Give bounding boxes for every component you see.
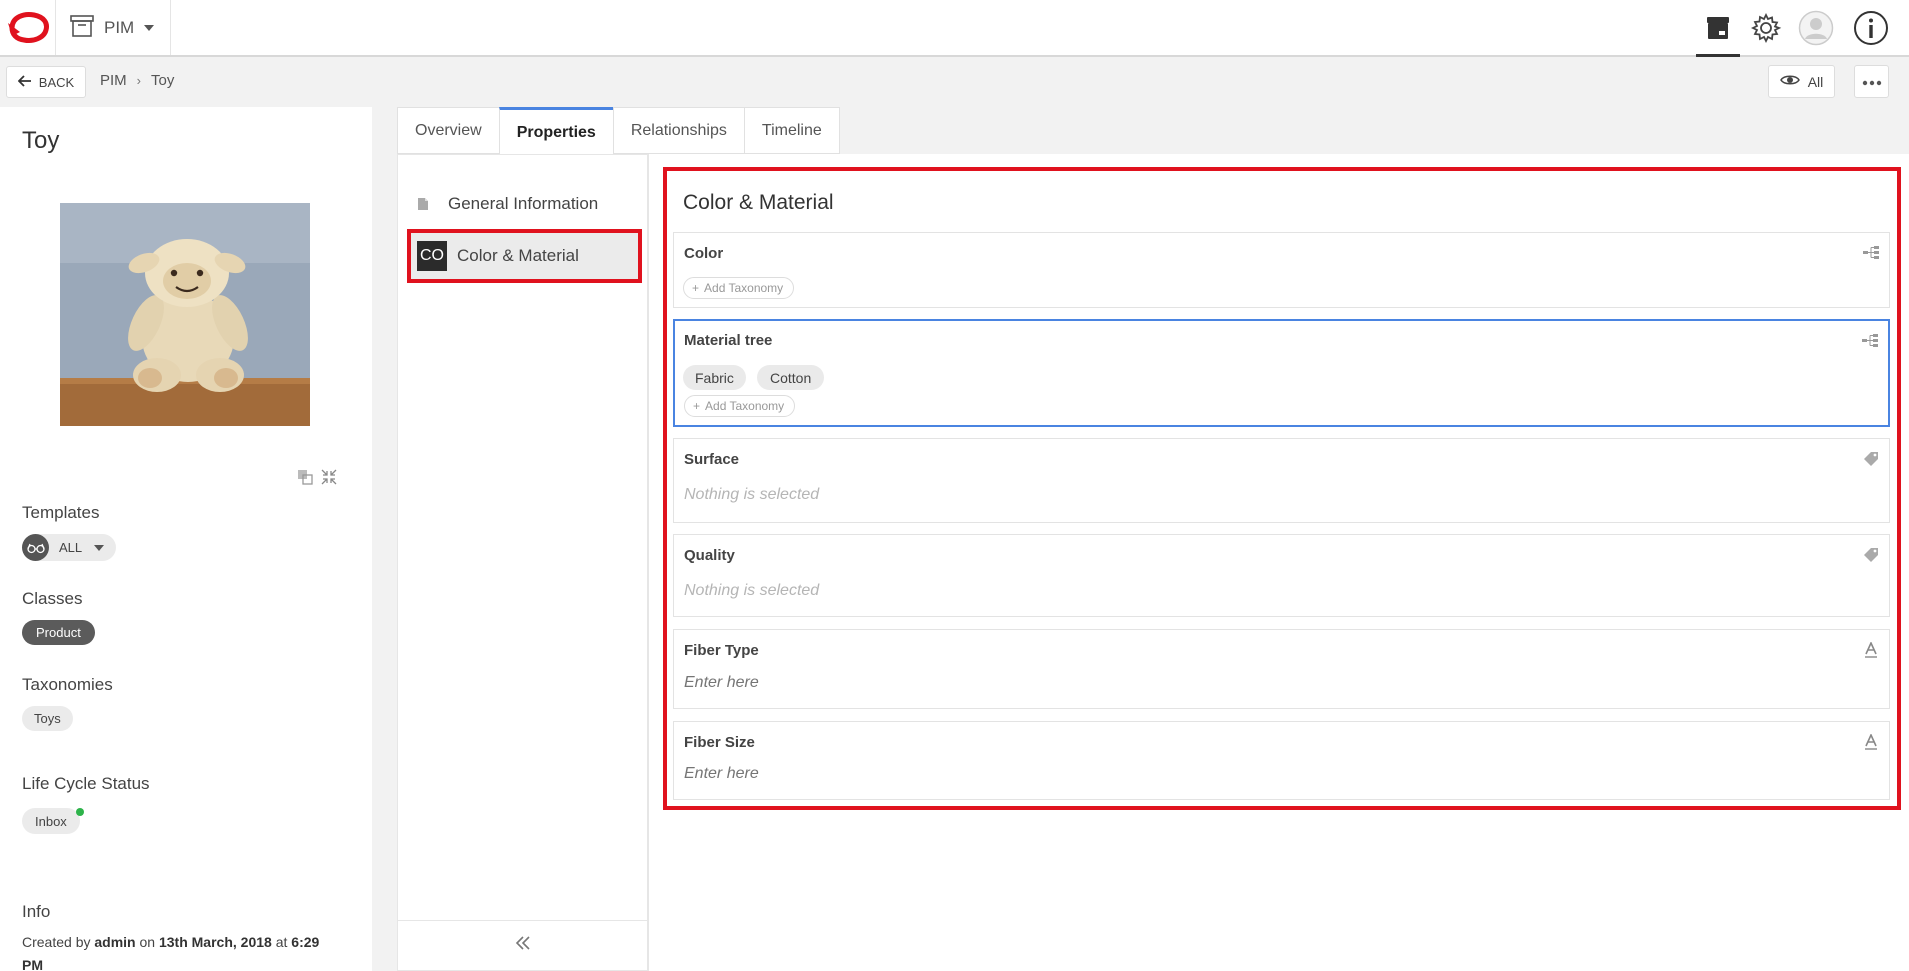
- created-by-user: admin: [94, 934, 136, 950]
- logo-icon: [6, 10, 50, 46]
- field-placeholder: Nothing is selected: [684, 486, 820, 503]
- field-label: Surface: [684, 451, 740, 468]
- fiber-size-input[interactable]: [684, 765, 1874, 783]
- back-button-label: BACK: [38, 74, 75, 90]
- product-summary-panel: Toy Templates ALL Classes Product Taxono…: [0, 107, 372, 971]
- section-badge: CO: [417, 241, 447, 271]
- module-switcher[interactable]: PIM: [70, 14, 155, 42]
- plus-icon: +: [692, 281, 700, 295]
- field-label: Material tree: [684, 332, 773, 349]
- field-color: Color + Add Taxonomy: [673, 232, 1890, 308]
- user-avatar-icon[interactable]: [1797, 10, 1835, 46]
- entity-tabs: Overview Properties Relationships Timeli…: [397, 107, 840, 156]
- section-item-general-information[interactable]: General Information: [408, 179, 641, 229]
- text-icon: [1861, 732, 1881, 752]
- tab-properties[interactable]: Properties: [498, 107, 613, 156]
- created-at-text: at: [275, 934, 288, 950]
- chevron-down-icon: [144, 25, 155, 31]
- tab-timeline[interactable]: Timeline: [743, 107, 840, 154]
- section-item-color-material[interactable]: CO Color & Material: [407, 229, 642, 283]
- field-fiber-size: Fiber Size: [673, 721, 1890, 800]
- eye-icon: [1779, 73, 1800, 90]
- gear-icon[interactable]: [1747, 10, 1785, 46]
- add-taxonomy-label: Add Taxonomy: [705, 399, 785, 413]
- more-options-button[interactable]: [1854, 65, 1889, 98]
- field-surface[interactable]: Surface Nothing is selected: [673, 438, 1890, 523]
- field-material-tree: Material tree Fabric Cotton + Add Taxono…: [673, 319, 1890, 427]
- field-fiber-type: Fiber Type: [673, 629, 1890, 709]
- arrow-left-icon: [17, 74, 32, 90]
- divider: [170, 0, 171, 55]
- field-label: Fiber Type: [684, 642, 759, 659]
- field-label: Color: [684, 245, 724, 262]
- lifecycle-label: Life Cycle Status: [22, 774, 150, 793]
- tab-overview[interactable]: Overview: [397, 107, 499, 154]
- info-icon[interactable]: [1852, 10, 1890, 46]
- taxonomies-label: Taxonomies: [22, 675, 113, 694]
- classes-label: Classes: [22, 589, 83, 608]
- breadcrumb-item-pim[interactable]: PIM: [100, 72, 127, 89]
- template-value: ALL: [59, 540, 83, 555]
- archive-tray-icon[interactable]: [1696, 10, 1740, 57]
- add-taxonomy-button[interactable]: + Add Taxonomy: [683, 277, 795, 299]
- field-placeholder: Nothing is selected: [684, 582, 820, 599]
- collapse-sidebar-button[interactable]: [398, 920, 647, 970]
- template-selector[interactable]: ALL: [22, 534, 117, 561]
- field-label: Fiber Size: [684, 734, 755, 751]
- field-quality[interactable]: Quality Nothing is selected: [673, 534, 1890, 617]
- back-button[interactable]: BACK: [6, 66, 86, 98]
- add-taxonomy-label: Add Taxonomy: [704, 281, 784, 295]
- tag-icon: [1861, 449, 1881, 469]
- ellipsis-icon: [1862, 73, 1882, 91]
- plus-icon: +: [693, 399, 701, 413]
- created-info: Created by admin on 13th March, 2018 at …: [22, 931, 342, 971]
- image-swap-icon[interactable]: [297, 469, 313, 490]
- glasses-icon: [22, 534, 49, 561]
- add-taxonomy-button[interactable]: + Add Taxonomy: [684, 395, 796, 417]
- taxonomy-tree-icon: [1860, 331, 1880, 351]
- divider: [55, 0, 56, 55]
- image-actions: [297, 469, 337, 490]
- view-filter-button[interactable]: All: [1768, 65, 1835, 98]
- status-indicator: [76, 808, 84, 816]
- taxonomy-tag-cotton[interactable]: Cotton: [757, 365, 825, 390]
- field-label: Quality: [684, 547, 735, 564]
- document-icon: [408, 189, 438, 219]
- created-by-prefix: Created by: [22, 934, 91, 950]
- created-on-text: on: [139, 934, 156, 950]
- fiber-type-input[interactable]: [684, 674, 1874, 692]
- taxonomy-chip: Toys: [22, 706, 73, 731]
- breadcrumb-item-toy: Toy: [151, 72, 175, 89]
- compress-icon[interactable]: [321, 469, 337, 490]
- text-icon: [1861, 640, 1881, 660]
- product-image: [60, 203, 310, 426]
- section-item-label: General Information: [448, 194, 599, 213]
- module-switcher-label: PIM: [104, 18, 135, 37]
- chevron-right-icon: ›: [136, 73, 142, 88]
- tag-icon: [1861, 545, 1881, 565]
- templates-label: Templates: [22, 503, 100, 522]
- section-title: Color & Material: [683, 191, 834, 214]
- double-chevron-left-icon: [515, 936, 531, 955]
- product-title: Toy: [22, 127, 60, 154]
- breadcrumb: PIM › Toy: [100, 72, 174, 89]
- chevron-down-icon: [94, 544, 105, 551]
- created-date: 13th March, 2018: [158, 934, 272, 950]
- taxonomy-tag-fabric[interactable]: Fabric: [683, 365, 746, 390]
- section-nav: General Information CO Color & Material: [397, 154, 648, 971]
- lifecycle-status-chip: Inbox: [22, 808, 80, 834]
- tab-relationships[interactable]: Relationships: [612, 107, 744, 154]
- class-chip: Product: [22, 620, 95, 645]
- info-label: Info: [22, 902, 51, 921]
- view-filter-label: All: [1807, 73, 1824, 90]
- taxonomy-tree-icon: [1861, 243, 1881, 263]
- archive-box-icon: [70, 14, 94, 42]
- section-item-label: Color & Material: [457, 246, 579, 265]
- top-bar: PIM: [0, 0, 1909, 57]
